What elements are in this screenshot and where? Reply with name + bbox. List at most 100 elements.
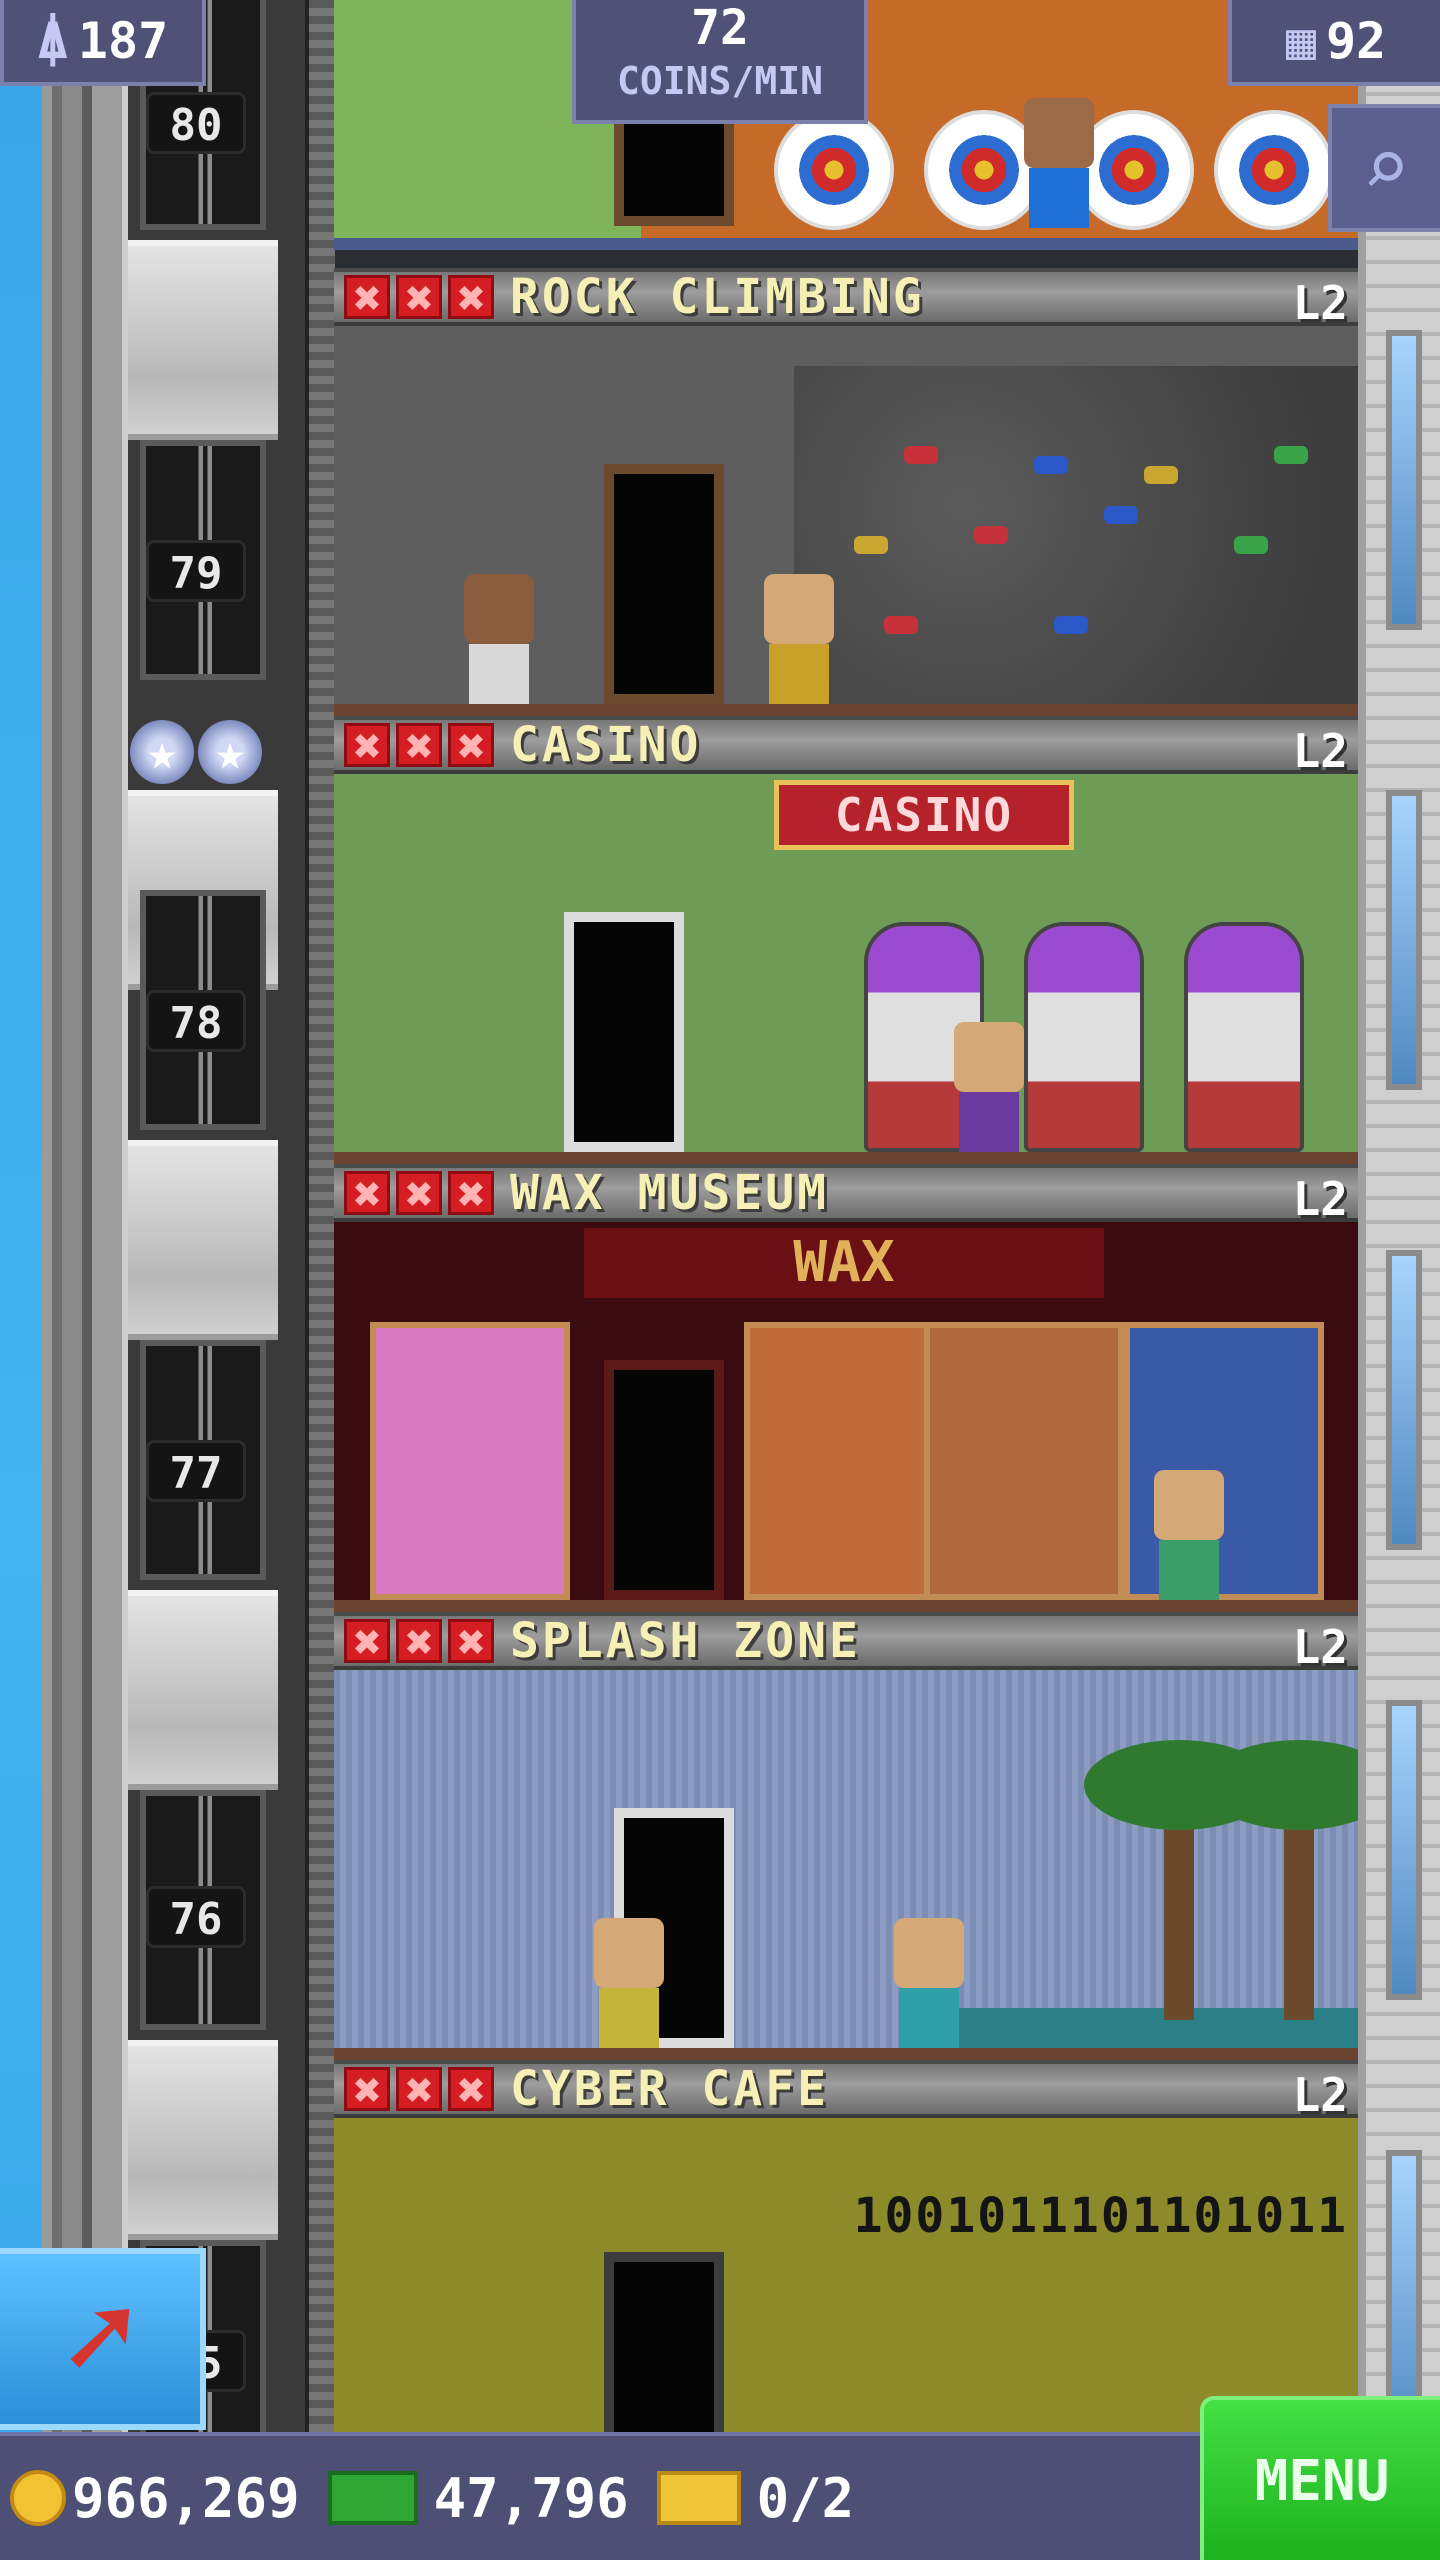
floor-level: L2 xyxy=(1292,1620,1348,1674)
stock-status: ✖ ✖ ✖ xyxy=(344,2067,494,2112)
floor-separator xyxy=(128,240,278,440)
bitizen[interactable] xyxy=(1024,98,1094,228)
floor-level: L2 xyxy=(1292,1172,1348,1226)
floor-name: CYBER CAFE xyxy=(510,2061,829,2117)
floor-header: ✖ ✖ ✖ CASINO L2 xyxy=(334,716,1358,778)
stock-status: ✖ ✖ ✖ xyxy=(344,275,494,320)
floor-count-value: 92 xyxy=(1325,12,1387,70)
wax-sign: WAX xyxy=(584,1228,1104,1298)
climbing-hold xyxy=(904,446,938,464)
exterior-window xyxy=(1386,330,1422,630)
palm-tree xyxy=(1204,1740,1358,2020)
zoom-button[interactable]: ⌕ xyxy=(1328,104,1440,232)
bux-icon xyxy=(327,2471,418,2525)
slot-machine xyxy=(1184,922,1304,1152)
person-icon: ⍋ xyxy=(37,12,68,70)
floor-name: ROCK CLIMBING xyxy=(510,269,925,325)
population-counter[interactable]: ⍋ 187 xyxy=(0,0,206,86)
floor-door xyxy=(604,464,724,704)
stock-status: ✖ ✖ ✖ xyxy=(344,1171,494,1216)
tower-outer-wall xyxy=(42,0,122,2560)
elevator-rail xyxy=(305,0,335,2560)
palm-tree xyxy=(1084,1740,1274,2020)
bitizen[interactable] xyxy=(954,1022,1024,1152)
tickets-display[interactable]: 0/2 xyxy=(629,2466,855,2530)
floor-number-76: 76 xyxy=(146,1886,246,1948)
x-mark-icon: ✖ xyxy=(448,2067,494,2112)
floor-door xyxy=(604,2252,724,2432)
floor-splash-zone[interactable]: ✖ ✖ ✖ SPLASH ZONE L2 xyxy=(334,1612,1358,2060)
floor-counter[interactable]: ▦ 92 xyxy=(1228,0,1440,86)
climbing-hold xyxy=(1234,536,1268,554)
floor-number-79: 79 xyxy=(146,540,246,602)
x-mark-icon: ✖ xyxy=(396,723,442,768)
floor-level: L2 xyxy=(1292,2068,1348,2122)
floor-scene xyxy=(334,1670,1358,2060)
bitizen[interactable] xyxy=(894,1918,964,2048)
floor-separator xyxy=(128,2040,278,2240)
floor-separator xyxy=(128,1140,278,1340)
exterior-window xyxy=(1386,1700,1422,2000)
bitizen[interactable] xyxy=(764,574,834,704)
x-mark-icon: ✖ xyxy=(396,2067,442,2112)
stock-status: ✖ ✖ ✖ xyxy=(344,1619,494,1664)
stock-status: ✖ ✖ ✖ xyxy=(344,723,494,768)
climbing-hold xyxy=(854,536,888,554)
floor-baseline xyxy=(334,2048,1358,2060)
floor-baseline xyxy=(334,704,1358,716)
arrow-up-right-icon: ➚ xyxy=(63,2269,137,2408)
bitizen[interactable] xyxy=(594,1918,664,2048)
climbing-hold xyxy=(1274,446,1308,464)
floor-number-77: 77 xyxy=(146,1440,246,1502)
coins-per-minute-value: 72 xyxy=(691,0,749,56)
floor-scene xyxy=(334,326,1358,716)
x-mark-icon: ✖ xyxy=(396,1171,442,1216)
floor-name: WAX MUSEUM xyxy=(510,1165,829,1221)
menu-button[interactable]: MENU xyxy=(1200,2396,1440,2560)
floor-scene: WAX xyxy=(334,1222,1358,1612)
wax-exhibit xyxy=(744,1322,944,1600)
climbing-hold xyxy=(1104,506,1138,524)
floor-name: SPLASH ZONE xyxy=(510,1613,861,1669)
floor-scene: 1001011101101011 xyxy=(334,2118,1358,2432)
floor-wax-museum[interactable]: ✖ ✖ ✖ WAX MUSEUM L2 WAX xyxy=(334,1164,1358,1612)
floor-number-80: 80 xyxy=(146,92,246,154)
floor-casino[interactable]: ✖ ✖ ✖ CASINO L2 CASINO xyxy=(334,716,1358,1164)
ticket-icon xyxy=(656,2471,741,2525)
wax-exhibit xyxy=(370,1322,570,1600)
climbing-hold xyxy=(1144,466,1178,484)
x-mark-icon: ✖ xyxy=(344,1171,390,1216)
floor-baseline xyxy=(334,1152,1358,1164)
climbing-hold xyxy=(884,616,918,634)
x-mark-icon: ✖ xyxy=(448,275,494,320)
floor-rock-climbing[interactable]: ✖ ✖ ✖ ROCK CLIMBING L2 xyxy=(334,268,1358,716)
tickets-value: 0/2 xyxy=(756,2466,855,2530)
exterior-window xyxy=(1386,790,1422,1090)
star-icon: ★ xyxy=(130,720,194,784)
archery-target xyxy=(1214,110,1334,230)
coins-per-minute[interactable]: 72 COINS/MIN xyxy=(572,0,868,124)
x-mark-icon: ✖ xyxy=(344,2067,390,2112)
climbing-hold xyxy=(974,526,1008,544)
casino-banner: CASINO xyxy=(774,780,1074,850)
coins-per-minute-label: COINS/MIN xyxy=(617,59,823,103)
floor-level: L2 xyxy=(1292,724,1348,778)
cyber-wall xyxy=(334,2118,1358,2432)
slot-machine xyxy=(1024,922,1144,1152)
coins-display[interactable]: 966,269 xyxy=(0,2467,300,2530)
floor-door xyxy=(564,912,684,1152)
bux-display[interactable]: 47,796 xyxy=(300,2467,629,2530)
wax-exhibit xyxy=(924,1322,1124,1600)
floor-cyber-cafe[interactable]: ✖ ✖ ✖ CYBER CAFE L2 1001011101101011 xyxy=(334,2060,1358,2432)
bux-value: 47,796 xyxy=(433,2466,629,2530)
x-mark-icon: ✖ xyxy=(396,1619,442,1664)
x-mark-icon: ✖ xyxy=(448,723,494,768)
binary-text: 1001011101101011 xyxy=(853,2188,1348,2244)
floor-header: ✖ ✖ ✖ ROCK CLIMBING L2 xyxy=(334,268,1358,330)
floor-name: CASINO xyxy=(510,717,702,773)
population-value: 187 xyxy=(77,12,169,70)
elevator-button[interactable]: ➚ xyxy=(0,2248,206,2430)
bitizen[interactable] xyxy=(464,574,534,704)
floor-header: ✖ ✖ ✖ CYBER CAFE L2 xyxy=(334,2060,1358,2122)
bitizen[interactable] xyxy=(1154,1470,1224,1600)
